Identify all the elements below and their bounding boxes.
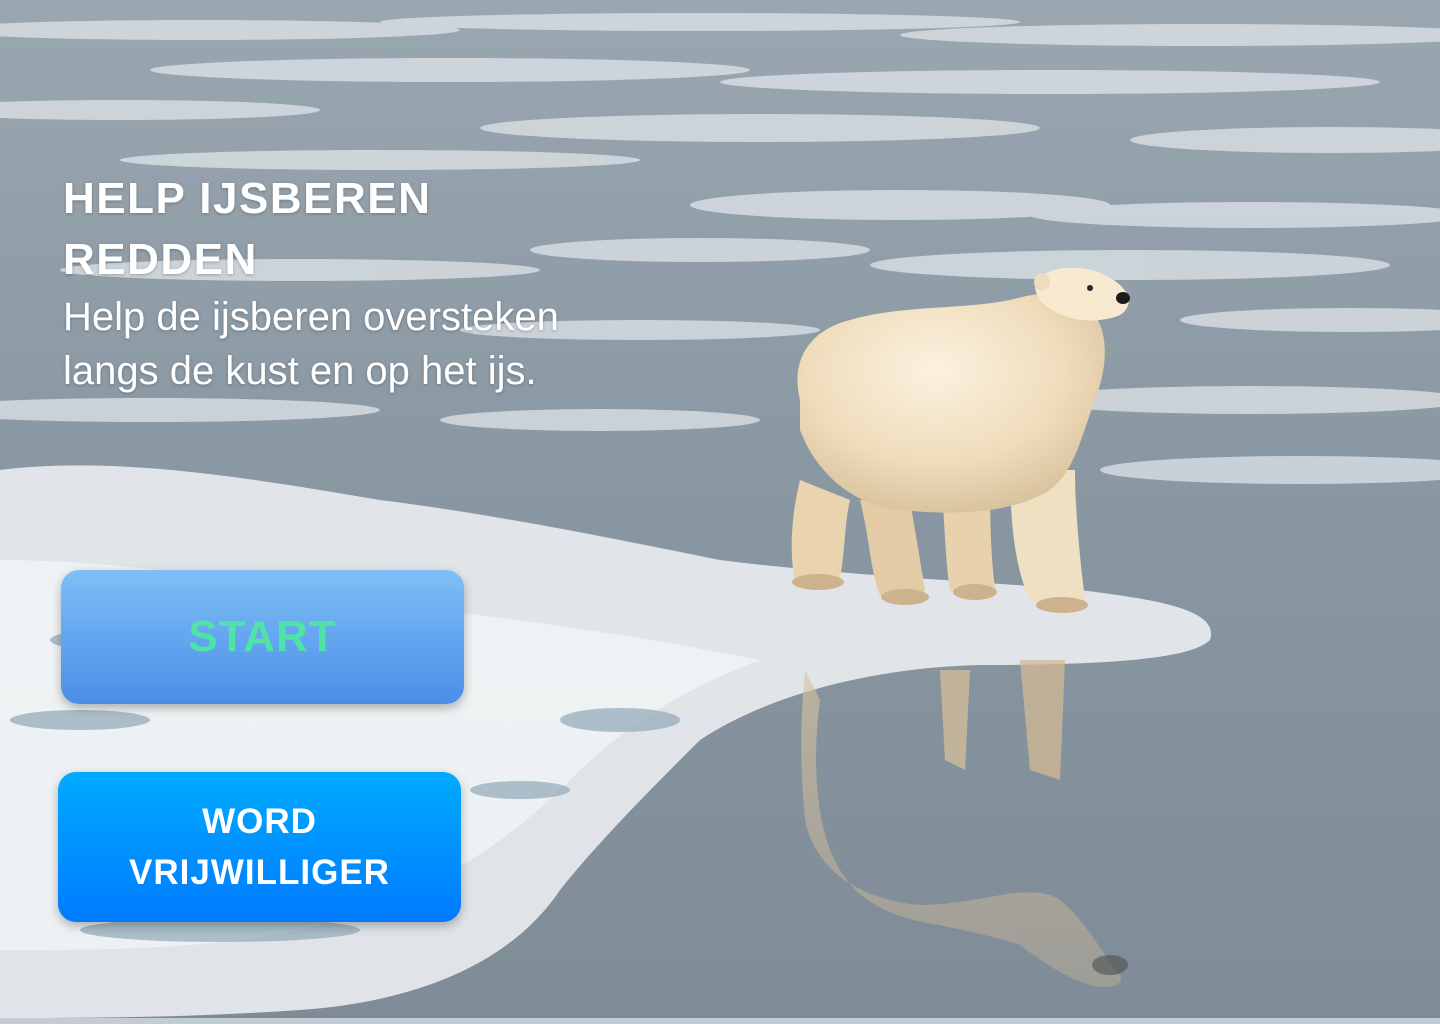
page-title: HELP IJSBEREN REDDEN (63, 174, 432, 284)
start-button-label: START (188, 612, 337, 661)
start-button[interactable]: START (61, 570, 464, 704)
hero-section: HELP IJSBEREN REDDEN Help de ijsberen ov… (63, 168, 623, 398)
volunteer-button-label-line2: VRIJWILLIGER (129, 853, 390, 892)
volunteer-button-label-line1: WORD (202, 802, 317, 841)
app-screen: HELP IJSBEREN REDDEN Help de ijsberen ov… (0, 0, 1440, 1024)
volunteer-button[interactable]: WORD VRIJWILLIGER (58, 772, 461, 922)
page-subtitle: Help de ijsberen oversteken langs de kus… (63, 295, 559, 393)
bottom-divider (0, 1018, 1440, 1024)
